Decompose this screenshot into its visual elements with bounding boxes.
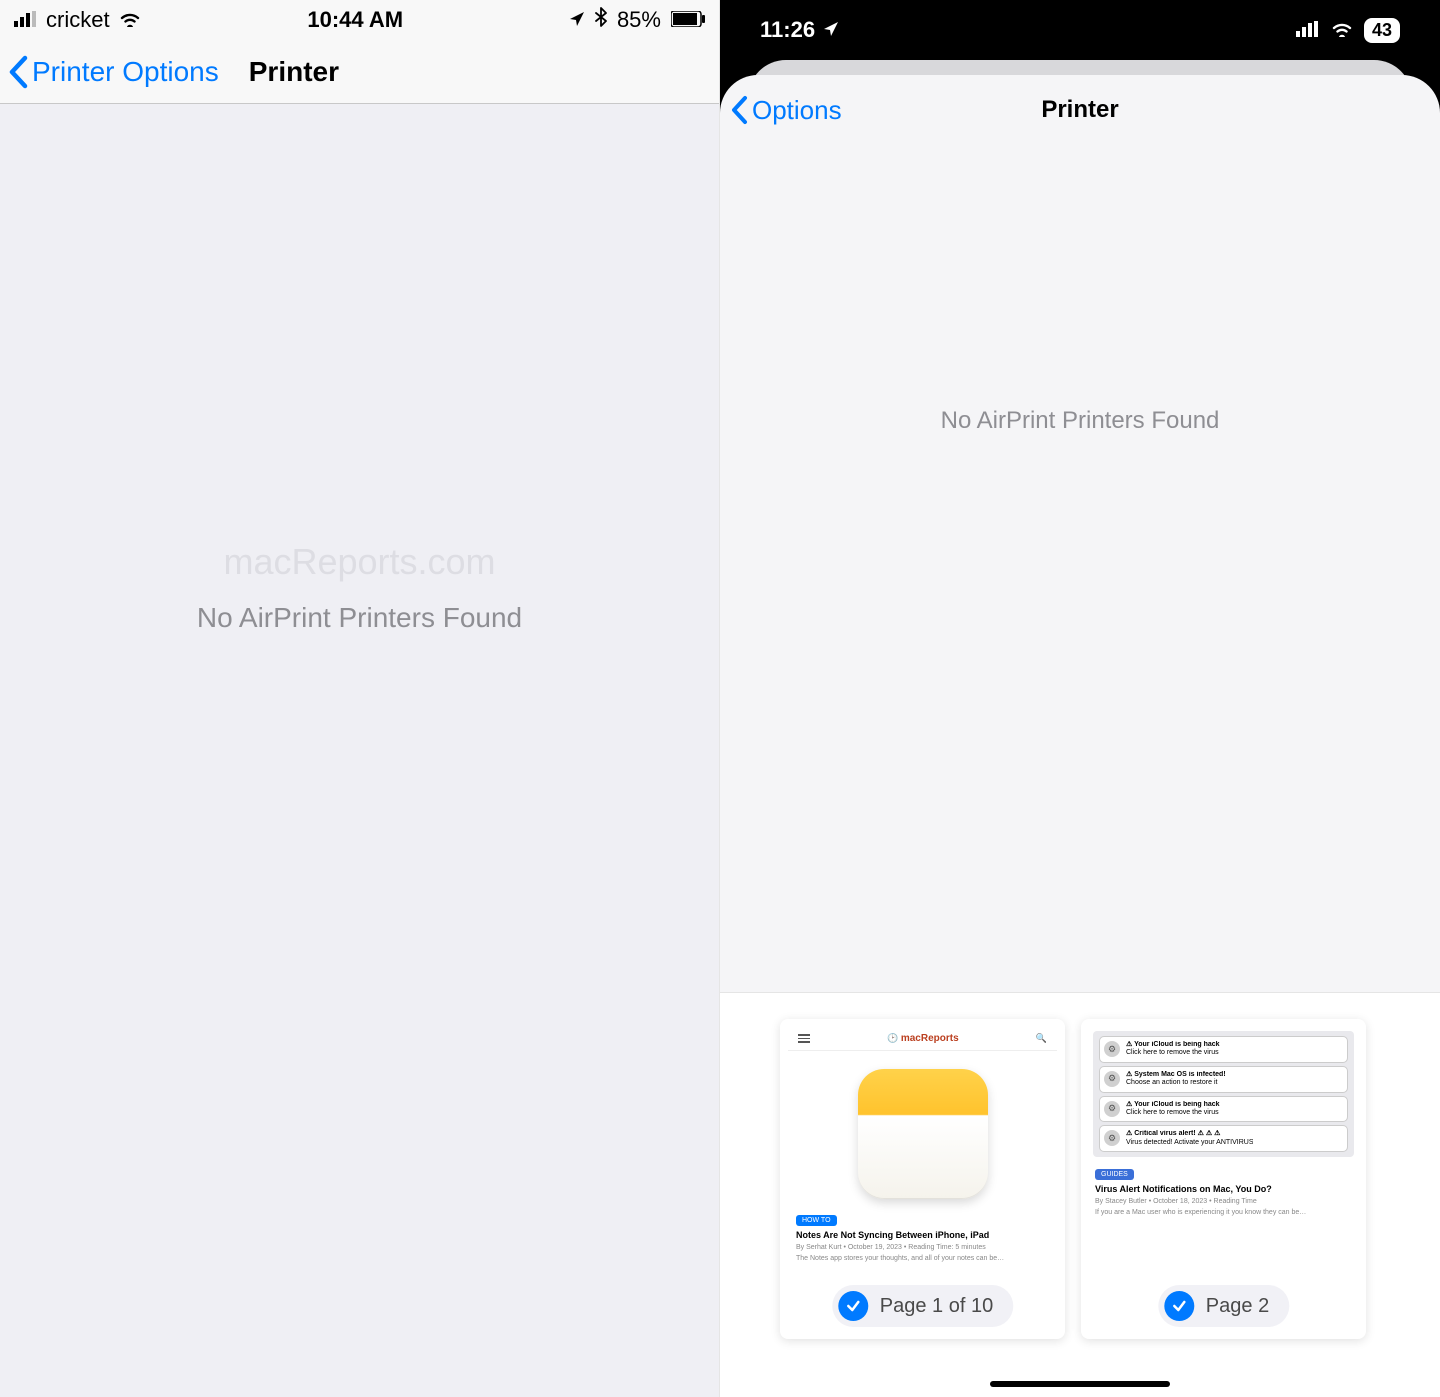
phone-right: 11:26 43 Options Printer No AirPrint Pri… bbox=[720, 0, 1440, 1397]
list-item: ⚙⚠ Your iCloud is being hackClick here t… bbox=[1099, 1036, 1348, 1063]
page-preview: ⚙⚠ Your iCloud is being hackClick here t… bbox=[1089, 1027, 1358, 1297]
chevron-left-icon bbox=[8, 55, 30, 89]
nav-bar: Options Printer bbox=[720, 75, 1440, 145]
hamburger-icon bbox=[798, 1034, 810, 1043]
back-button[interactable]: Options bbox=[730, 95, 842, 126]
search-icon: 🔍 bbox=[1036, 1033, 1047, 1044]
clock: 11:26 bbox=[760, 17, 815, 43]
article-byline: By Serhat Kurt • October 19, 2023 • Read… bbox=[788, 1244, 1057, 1255]
article-headline: Notes Are Not Syncing Between iPhone, iP… bbox=[788, 1230, 1057, 1244]
back-button[interactable]: Printer Options bbox=[8, 55, 219, 89]
clock: 10:44 AM bbox=[307, 7, 403, 33]
article-snippet: The Notes app stores your thoughts, and … bbox=[788, 1255, 1057, 1266]
list-item: ⚙⚠ Critical virus alert! ⚠ ⚠ ⚠Virus dete… bbox=[1099, 1125, 1348, 1152]
watermark: macReports.com bbox=[223, 541, 495, 583]
list-item: ⚙⚠ System Mac OS is infected!Choose an a… bbox=[1099, 1066, 1348, 1093]
checkmark-icon bbox=[838, 1291, 868, 1321]
sheet: Options Printer No AirPrint Printers Fou… bbox=[720, 75, 1440, 1397]
nav-bar: Printer Options Printer bbox=[0, 40, 719, 104]
battery-pill: 43 bbox=[1364, 18, 1400, 43]
location-icon bbox=[823, 17, 839, 43]
home-indicator[interactable] bbox=[990, 1381, 1170, 1387]
empty-message: No AirPrint Printers Found bbox=[197, 602, 522, 634]
page-thumbnails[interactable]: 🕑 macReports 🔍 HOW TO Notes Are Not Sync… bbox=[720, 992, 1440, 1397]
printer-list-empty: macReports.com No AirPrint Printers Foun… bbox=[0, 104, 719, 1397]
status-bar: cricket 10:44 AM 85% bbox=[0, 0, 719, 40]
category-tag: GUIDES bbox=[1095, 1169, 1134, 1180]
cellular-icon bbox=[1296, 17, 1320, 43]
page-label-text: Page 2 bbox=[1206, 1295, 1269, 1318]
site-logo: 🕑 macReports bbox=[887, 1033, 959, 1044]
battery-icon bbox=[671, 7, 705, 33]
page-label-chip[interactable]: Page 2 bbox=[1158, 1285, 1289, 1327]
article-headline: Virus Alert Notifications on Mac, You Do… bbox=[1089, 1184, 1358, 1198]
page-thumbnail[interactable]: 🕑 macReports 🔍 HOW TO Notes Are Not Sync… bbox=[780, 1019, 1065, 1339]
status-bar: 11:26 43 bbox=[720, 0, 1440, 60]
list-item: ⚙⚠ Your iCloud is being hackClick here t… bbox=[1099, 1096, 1348, 1123]
nav-title: Printer bbox=[1041, 96, 1118, 124]
back-label: Printer Options bbox=[32, 56, 219, 88]
article-byline: By Stacey Butler • October 18, 2023 • Re… bbox=[1089, 1198, 1358, 1209]
phone-left: cricket 10:44 AM 85% Printer Options Pri… bbox=[0, 0, 720, 1397]
chevron-left-icon bbox=[730, 95, 750, 125]
category-tag: HOW TO bbox=[796, 1215, 837, 1226]
page-preview: 🕑 macReports 🔍 HOW TO Notes Are Not Sync… bbox=[788, 1027, 1057, 1297]
nav-title: Printer bbox=[249, 56, 339, 88]
wifi-icon bbox=[1330, 17, 1354, 43]
bluetooth-icon bbox=[595, 7, 607, 33]
page-thumbnail[interactable]: ⚙⚠ Your iCloud is being hackClick here t… bbox=[1081, 1019, 1366, 1339]
notes-app-icon bbox=[858, 1069, 988, 1199]
page-label-text: Page 1 of 10 bbox=[880, 1295, 993, 1318]
wifi-icon bbox=[118, 7, 142, 33]
back-label: Options bbox=[752, 95, 842, 126]
location-icon bbox=[569, 7, 585, 33]
cellular-icon bbox=[14, 7, 38, 33]
carrier-label: cricket bbox=[46, 7, 110, 33]
article-snippet: If you are a Mac user who is experiencin… bbox=[1089, 1209, 1358, 1216]
empty-message: No AirPrint Printers Found bbox=[941, 407, 1220, 435]
page-label-chip[interactable]: Page 1 of 10 bbox=[832, 1285, 1013, 1327]
battery-percent: 85% bbox=[617, 7, 661, 33]
checkmark-icon bbox=[1164, 1291, 1194, 1321]
